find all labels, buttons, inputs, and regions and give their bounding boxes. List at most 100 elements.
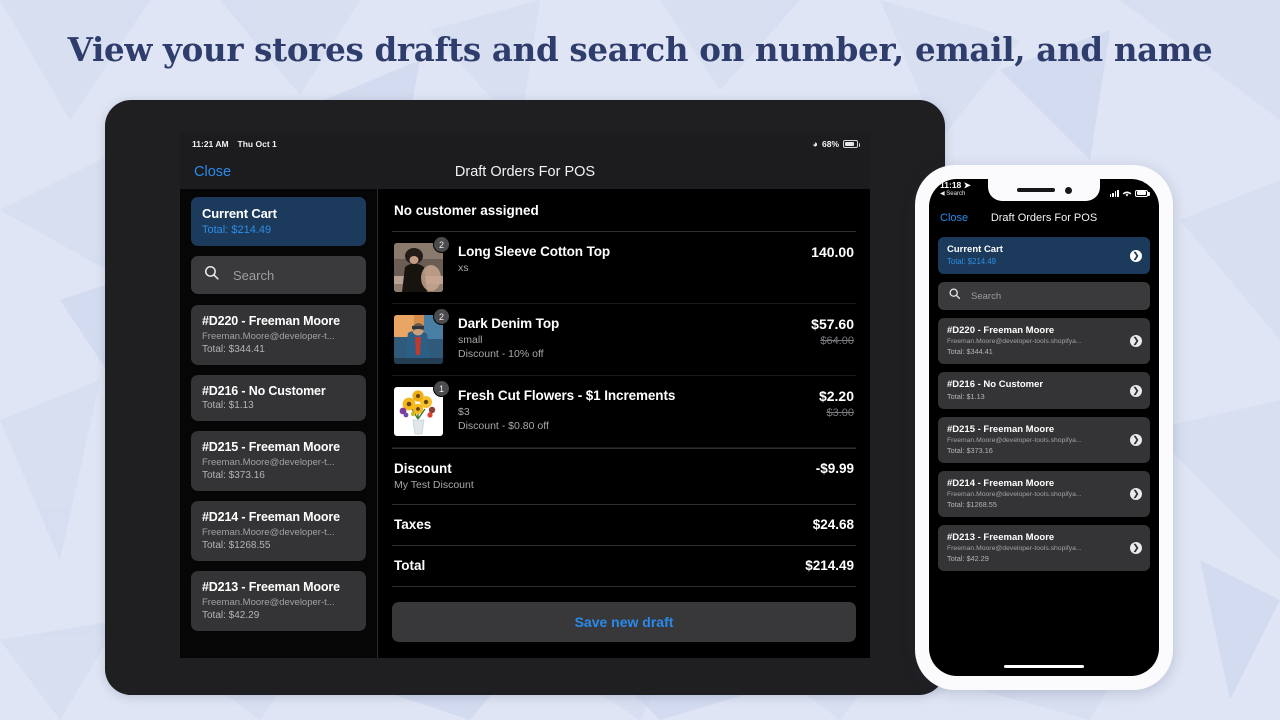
line-item-name: Long Sleeve Cotton Top bbox=[458, 244, 611, 259]
phone-screen: 11:18 ➤ ◀ Search Close Draft Orders For … bbox=[929, 179, 1159, 676]
wifi-icon: ◕ bbox=[812, 138, 818, 149]
chevron-right-icon: ❯ bbox=[1130, 434, 1142, 446]
line-item[interactable]: 2 Long Sleeve Cotton Top xs 140.00 bbox=[392, 232, 856, 304]
summary-row-taxes[interactable]: Taxes $24.68 bbox=[392, 505, 856, 546]
back-chevron-icon: ◀ bbox=[940, 190, 945, 197]
phone-drafts-list[interactable]: Current Cart Total: $214.49 ❯ Search #D2… bbox=[929, 231, 1159, 571]
summary-label: Total bbox=[394, 558, 426, 573]
draft-email: Freeman.Moore@developer-tools.shopifya..… bbox=[947, 545, 1082, 552]
draft-email: Freeman.Moore@developer-tools.shopifya..… bbox=[947, 491, 1082, 498]
battery-icon bbox=[843, 140, 860, 148]
draft-title: #D213 - Freeman Moore bbox=[947, 532, 1055, 543]
summary-value: -$9.99 bbox=[815, 461, 854, 476]
summary-row-total: Total $214.49 bbox=[392, 546, 856, 587]
current-cart-total: Total: $214.49 bbox=[202, 224, 272, 236]
draft-list-item[interactable]: #D220 - Freeman Moore Freeman.Moore@deve… bbox=[191, 305, 366, 365]
draft-title: #D220 - Freeman Moore bbox=[202, 314, 340, 328]
status-time: 11:18 bbox=[940, 180, 962, 190]
battery-percent-label: 68% bbox=[821, 139, 839, 149]
chevron-right-icon: ❯ bbox=[1130, 542, 1142, 554]
draft-title: #D213 - Freeman Moore bbox=[202, 580, 340, 594]
draft-title: #D220 - Freeman Moore bbox=[947, 325, 1055, 336]
home-indicator bbox=[1004, 664, 1084, 668]
draft-title: #D216 - No Customer bbox=[947, 379, 1044, 390]
line-item-name: Dark Denim Top bbox=[458, 316, 560, 331]
phone-device-frame: 11:18 ➤ ◀ Search Close Draft Orders For … bbox=[915, 165, 1173, 690]
line-item-variant: xs bbox=[458, 262, 469, 274]
line-item-price: 140.00 bbox=[811, 244, 854, 260]
draft-total: Total: $1.13 bbox=[202, 400, 254, 411]
draft-total: Total: $1.13 bbox=[947, 392, 985, 401]
draft-total: Total: $1268.55 bbox=[202, 540, 271, 551]
draft-title: #D215 - Freeman Moore bbox=[947, 424, 1055, 435]
wifi-icon bbox=[1122, 184, 1132, 202]
save-new-draft-button[interactable]: Save new draft bbox=[392, 602, 856, 642]
draft-email: Freeman.Moore@developer-t... bbox=[202, 457, 335, 468]
summary-label: Taxes bbox=[394, 517, 432, 532]
quantity-badge: 2 bbox=[433, 308, 450, 325]
draft-title: #D216 - No Customer bbox=[202, 384, 326, 398]
line-item-thumbnail-wrap: 2 bbox=[394, 308, 450, 364]
tablet-screen: 11:21 AM Thu Oct 1 ◕ 68% Close Draft Ord… bbox=[180, 133, 870, 658]
page-title: View your stores drafts and search on nu… bbox=[67, 30, 1213, 69]
cart-detail-pane: No customer assigned 2 Long Sleeve Cotto… bbox=[378, 189, 870, 658]
search-icon bbox=[948, 287, 961, 305]
tablet-device-frame: 11:21 AM Thu Oct 1 ◕ 68% Close Draft Ord… bbox=[105, 100, 945, 695]
summary-note: My Test Discount bbox=[394, 479, 474, 491]
drafts-sidebar[interactable]: Current Cart Total: $214.49 Search #D220… bbox=[180, 189, 378, 658]
nav-title: Draft Orders For POS bbox=[454, 164, 596, 180]
customer-header[interactable]: No customer assigned bbox=[392, 189, 856, 232]
line-item-thumbnail-wrap: 2 bbox=[394, 236, 450, 292]
draft-total: Total: $344.41 bbox=[202, 344, 265, 355]
draft-total: Total: $42.29 bbox=[947, 554, 989, 563]
draft-title: #D214 - Freeman Moore bbox=[947, 478, 1055, 489]
summary-value: $214.49 bbox=[805, 558, 854, 573]
draft-title: #D214 - Freeman Moore bbox=[202, 510, 340, 524]
battery-icon bbox=[1135, 189, 1150, 197]
draft-list-item[interactable]: #D214 - Freeman Moore Freeman.Moore@deve… bbox=[191, 501, 366, 561]
quantity-badge: 1 bbox=[433, 380, 450, 397]
current-cart-title: Current Cart bbox=[947, 244, 1003, 255]
sidebar-item-current-cart[interactable]: Current Cart Total: $214.49 bbox=[191, 197, 366, 246]
search-input[interactable]: Search bbox=[938, 282, 1150, 310]
speaker-icon bbox=[1016, 188, 1055, 192]
search-placeholder: Search bbox=[233, 267, 275, 283]
draft-email: Freeman.Moore@developer-tools.shopifya..… bbox=[947, 437, 1082, 444]
search-placeholder: Search bbox=[971, 290, 1002, 302]
phone-draft-list-item[interactable]: #D213 - Freeman Moore Freeman.Moore@deve… bbox=[938, 525, 1150, 571]
draft-list-item[interactable]: #D215 - Freeman Moore Freeman.Moore@deve… bbox=[191, 431, 366, 491]
phone-draft-list-item[interactable]: #D214 - Freeman Moore Freeman.Moore@deve… bbox=[938, 471, 1150, 517]
status-time: 11:21 AM bbox=[192, 139, 229, 149]
line-item[interactable]: 1 Fresh Cut Flowers - $1 Increments $3 D… bbox=[392, 376, 856, 448]
draft-list-item[interactable]: #D213 - Freeman Moore Freeman.Moore@deve… bbox=[191, 571, 366, 631]
search-input[interactable]: Search bbox=[191, 256, 366, 294]
draft-total: Total: $1268.55 bbox=[947, 500, 997, 509]
summary-label: Discount bbox=[394, 461, 452, 476]
draft-list-item[interactable]: #D216 - No Customer Total: $1.13 bbox=[191, 375, 366, 421]
line-item-name: Fresh Cut Flowers - $1 Increments bbox=[458, 388, 676, 403]
chevron-right-icon: ❯ bbox=[1130, 488, 1142, 500]
tablet-nav-bar: Close Draft Orders For POS bbox=[180, 155, 870, 189]
current-cart-title: Current Cart bbox=[202, 206, 277, 221]
phone-draft-list-item[interactable]: #D215 - Freeman Moore Freeman.Moore@deve… bbox=[938, 417, 1150, 463]
draft-title: #D215 - Freeman Moore bbox=[202, 440, 340, 454]
phone-draft-list-item[interactable]: #D216 - No Customer Total: $1.13 ❯ bbox=[938, 372, 1150, 409]
summary-value: $24.68 bbox=[812, 517, 854, 532]
draft-total: Total: $373.16 bbox=[947, 446, 993, 455]
line-item-discount: Discount - $0.80 off bbox=[458, 420, 549, 432]
status-date: Thu Oct 1 bbox=[237, 139, 277, 149]
draft-total: Total: $42.29 bbox=[202, 610, 260, 621]
cellular-bars-icon bbox=[1109, 189, 1119, 197]
draft-email: Freeman.Moore@developer-t... bbox=[202, 597, 335, 608]
draft-email: Freeman.Moore@developer-t... bbox=[202, 527, 335, 538]
chevron-right-icon: ❯ bbox=[1130, 249, 1142, 262]
phone-draft-list-item[interactable]: #D220 - Freeman Moore Freeman.Moore@deve… bbox=[938, 318, 1150, 364]
line-item-variant: $3 bbox=[458, 406, 470, 418]
line-item-compare-at-price: $3.00 bbox=[826, 407, 854, 419]
line-item[interactable]: 2 Dark Denim Top small Discount - 10% of… bbox=[392, 304, 856, 376]
current-cart-total: Total: $214.49 bbox=[947, 257, 996, 266]
back-app-label[interactable]: Search bbox=[946, 191, 965, 197]
phone-item-current-cart[interactable]: Current Cart Total: $214.49 ❯ bbox=[938, 237, 1150, 274]
chevron-right-icon: ❯ bbox=[1130, 335, 1142, 347]
summary-row-discount[interactable]: Discount My Test Discount -$9.99 bbox=[392, 449, 856, 505]
